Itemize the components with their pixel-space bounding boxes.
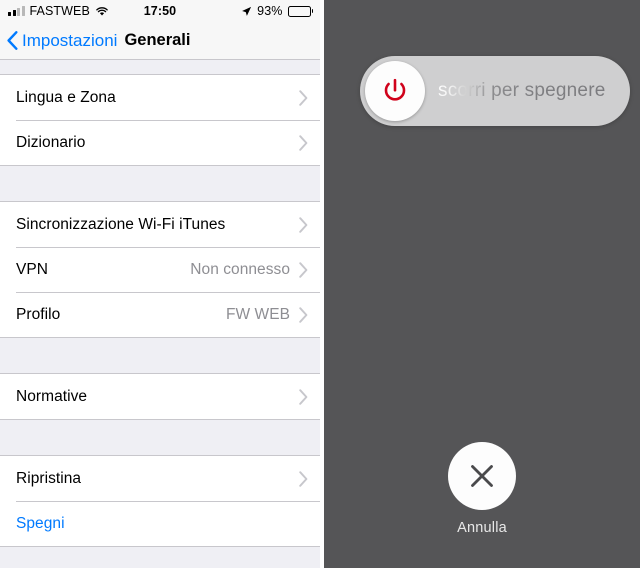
list-gap <box>0 547 320 568</box>
row-label: Lingua e Zona <box>16 88 116 106</box>
signal-bars-icon <box>8 6 25 16</box>
chevron-left-icon <box>7 31 18 50</box>
screenshot-root: FASTWEB 17:50 93% Impostazioni Generali … <box>0 0 640 568</box>
slider-knob[interactable] <box>365 61 425 121</box>
chevron-right-icon <box>299 470 308 487</box>
settings-row-profilo[interactable]: Profilo FW WEB <box>0 292 320 337</box>
page-title: Generali <box>124 31 191 49</box>
list-gap <box>0 60 320 74</box>
settings-row-spegni[interactable]: Spegni <box>0 501 320 546</box>
battery-icon <box>287 5 313 17</box>
status-bar-right: 93% <box>241 4 313 18</box>
settings-row-lingua-e-zona[interactable]: Lingua e Zona <box>0 75 320 120</box>
row-label: Ripristina <box>16 469 82 487</box>
row-label: Spegni <box>16 514 65 532</box>
slide-to-power-off-label: scorri per spegnere <box>438 80 606 101</box>
settings-row-ripristina[interactable]: Ripristina <box>0 456 320 501</box>
cancel-button[interactable] <box>448 442 516 510</box>
cancel-label: Annulla <box>457 520 507 536</box>
settings-group: Lingua e Zona Dizionario <box>0 74 320 166</box>
row-label: Profilo <box>16 305 61 323</box>
chevron-right-icon <box>299 261 308 278</box>
battery-percent-label: 93% <box>257 4 283 18</box>
chevron-right-icon <box>299 89 308 106</box>
settings-row-dizionario[interactable]: Dizionario <box>0 120 320 165</box>
power-icon <box>384 78 406 101</box>
settings-panel: FASTWEB 17:50 93% Impostazioni Generali … <box>0 0 320 568</box>
row-label: Normative <box>16 387 88 405</box>
settings-group: Ripristina Spegni <box>0 455 320 547</box>
settings-group: Sincronizzazione Wi-Fi iTunes VPN Non co… <box>0 201 320 338</box>
settings-list: Lingua e Zona Dizionario Sincronizzazion… <box>0 60 320 568</box>
settings-row-sincronizzazione-wifi-itunes[interactable]: Sincronizzazione Wi-Fi iTunes <box>0 202 320 247</box>
navigation-bar: Impostazioni Generali <box>0 22 320 60</box>
cancel-area: Annulla <box>324 442 640 536</box>
settings-row-vpn[interactable]: VPN Non connesso <box>0 247 320 292</box>
location-arrow-icon <box>241 6 252 17</box>
status-bar: FASTWEB 17:50 93% <box>0 0 320 22</box>
settings-group: Normative <box>0 373 320 420</box>
chevron-right-icon <box>299 134 308 151</box>
chevron-right-icon <box>299 216 308 233</box>
slide-to-power-off-slider[interactable]: scorri per spegnere <box>360 56 630 126</box>
close-x-icon <box>471 465 493 487</box>
list-gap <box>0 166 320 201</box>
carrier-label: FASTWEB <box>29 4 90 18</box>
back-button-label: Impostazioni <box>22 30 118 50</box>
row-value: Non connesso <box>190 260 290 278</box>
chevron-right-icon <box>299 388 308 405</box>
row-value: FW WEB <box>225 305 290 323</box>
row-label: Sincronizzazione Wi-Fi iTunes <box>16 215 226 233</box>
list-gap <box>0 338 320 373</box>
row-label: VPN <box>16 260 49 278</box>
chevron-right-icon <box>299 306 308 323</box>
power-off-overlay: scorri per spegnere Annulla <box>324 0 640 568</box>
back-button[interactable]: Impostazioni <box>7 31 117 51</box>
list-gap <box>0 420 320 455</box>
wifi-icon <box>95 6 109 17</box>
settings-row-normative[interactable]: Normative <box>0 374 320 419</box>
status-bar-left: FASTWEB <box>8 4 109 18</box>
row-label: Dizionario <box>16 133 86 151</box>
